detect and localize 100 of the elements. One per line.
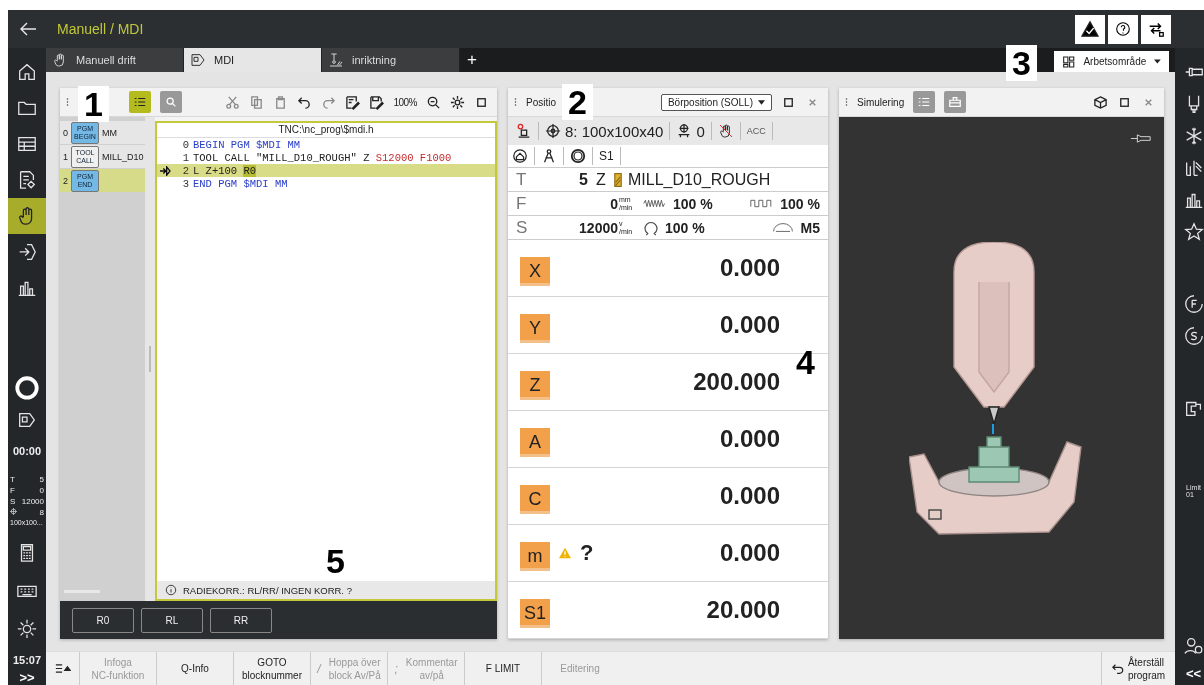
settings-icon[interactable]	[16, 618, 38, 641]
callout-number: 3	[1006, 45, 1037, 81]
user-icon[interactable]	[1182, 635, 1204, 657]
mode-tab[interactable]: Manuell drift	[46, 48, 184, 72]
layout-icon	[1062, 54, 1076, 69]
program-arrow-icon	[190, 52, 206, 68]
axis-label[interactable]: Z	[520, 370, 550, 400]
back-arrow-icon[interactable]	[18, 21, 38, 37]
swap-arrows-icon	[1147, 20, 1165, 38]
callout-number: 4	[795, 344, 816, 380]
position-mode-dropdown[interactable]: Börposition (SOLL)	[660, 93, 772, 111]
row-label: T	[516, 169, 528, 190]
status-button[interactable]	[1075, 14, 1105, 44]
zigzag-icon	[643, 198, 667, 209]
list-icon	[917, 95, 932, 109]
pin-icon[interactable]	[1130, 133, 1152, 144]
axis-value: 200.000	[693, 368, 780, 396]
list-view-button[interactable]	[129, 91, 151, 113]
search-icon	[164, 95, 178, 109]
status-label: F	[10, 486, 15, 496]
save-edit-icon[interactable]	[369, 94, 385, 110]
status-label: T	[10, 475, 15, 485]
speed-override: 100 %	[665, 219, 705, 236]
axis-label[interactable]: C	[520, 484, 550, 514]
feed-value: 0	[609, 195, 618, 212]
row-label: S	[516, 217, 529, 238]
callout-number: 1	[78, 86, 109, 122]
crosshair-icon	[10, 508, 17, 516]
axis-label[interactable]: S1	[520, 598, 550, 628]
status-value: 5	[39, 475, 44, 485]
rotation-icon	[643, 219, 659, 236]
spindle-label: S1	[599, 149, 614, 163]
spindle-circle-icon	[570, 148, 586, 164]
panel-title: Simulering	[857, 96, 905, 108]
drag-handle-icon[interactable]	[66, 97, 69, 107]
compass-icon	[541, 148, 557, 164]
toolbox-button[interactable]	[944, 91, 967, 113]
search-button[interactable]	[160, 91, 182, 113]
milling-tool-icon	[614, 171, 622, 188]
zoom-icon[interactable]	[426, 94, 441, 110]
tool-name: MILL_D10_ROUGH	[628, 170, 771, 189]
star-icon[interactable]	[1182, 221, 1204, 243]
axis-value: 0.000	[719, 425, 780, 453]
tool-axis: Z	[595, 170, 607, 189]
collapse-button[interactable]: <<	[1185, 666, 1202, 681]
document-edit-icon[interactable]	[345, 94, 361, 110]
crosshair-icon	[545, 123, 561, 139]
softkey-button[interactable]: RR	[210, 607, 272, 633]
code-line: 1 TOOL CALL "MILL_D10_ROUGH" Z S12000 F1000	[181, 151, 453, 164]
axis-label[interactable]: X	[520, 256, 550, 286]
dialog-prompt: RADIEKORR.: RL/RR/ INGEN KORR. ?	[183, 584, 352, 596]
toolbox-icon	[948, 95, 963, 109]
circle-f-icon[interactable]	[1182, 293, 1204, 315]
hand-icon[interactable]	[8, 197, 46, 234]
help-button[interactable]	[1108, 14, 1138, 44]
softkey-button[interactable]: R0	[72, 607, 134, 633]
softkey-button[interactable]: RL	[141, 607, 203, 633]
clock-text: 15:07	[12, 654, 42, 667]
expand-button[interactable]: >>	[19, 670, 35, 685]
cut-icon[interactable]	[225, 94, 241, 110]
zoom-level: 100%	[393, 96, 417, 108]
axis-value: 0.000	[719, 254, 780, 282]
cube-icon[interactable]	[1093, 94, 1108, 110]
triangle-check-icon	[1081, 20, 1099, 38]
caret-icon	[1154, 59, 1161, 64]
axis-note: ?	[580, 540, 594, 566]
settings-icon[interactable]	[450, 94, 465, 110]
preset-value: 0	[696, 122, 705, 140]
function-button[interactable]: F LIMIT	[464, 652, 541, 685]
axis-value: 0.000	[719, 482, 780, 510]
ring-icon[interactable]	[14, 375, 40, 402]
axis-label[interactable]: m	[520, 541, 550, 571]
circle-s-icon[interactable]	[1182, 325, 1204, 347]
panel-title: Positio	[526, 96, 556, 108]
workspace-dropdown[interactable]: Arbetsområde	[1054, 51, 1169, 72]
status-value: 8	[39, 508, 44, 518]
feed-override: 100 %	[673, 195, 713, 212]
help-icon	[1114, 20, 1132, 38]
axis-value: 20.000	[706, 596, 780, 624]
probe-icon	[328, 52, 344, 68]
mode-tab[interactable]: inriktning	[322, 48, 460, 72]
menu-icon	[54, 663, 71, 674]
speed-value: 12000	[578, 219, 618, 236]
function-button[interactable]: Q-Info	[156, 652, 233, 685]
transfer-button[interactable]	[1141, 14, 1171, 44]
function-button[interactable]: GOTO blocknummer	[233, 652, 310, 685]
file-path: TNC:\nc_prog\$mdi.h	[157, 123, 495, 138]
axis-value: 0.000	[719, 539, 780, 567]
drag-handle-icon[interactable]	[845, 97, 848, 107]
list-icon	[133, 95, 147, 109]
axis-label[interactable]: Y	[520, 313, 550, 343]
m-function: M5	[800, 219, 820, 236]
mode-tab[interactable]: MDI	[184, 48, 322, 72]
axis-label[interactable]: A	[520, 427, 550, 457]
info-icon	[165, 584, 177, 596]
code-line: 0 BEGIN PGM $MDI MM	[181, 138, 302, 151]
tool-number: 5	[578, 170, 588, 189]
add-tab-button[interactable]: +	[460, 48, 484, 72]
copy-icon[interactable]	[249, 94, 265, 110]
drag-handle-icon[interactable]	[514, 97, 517, 107]
